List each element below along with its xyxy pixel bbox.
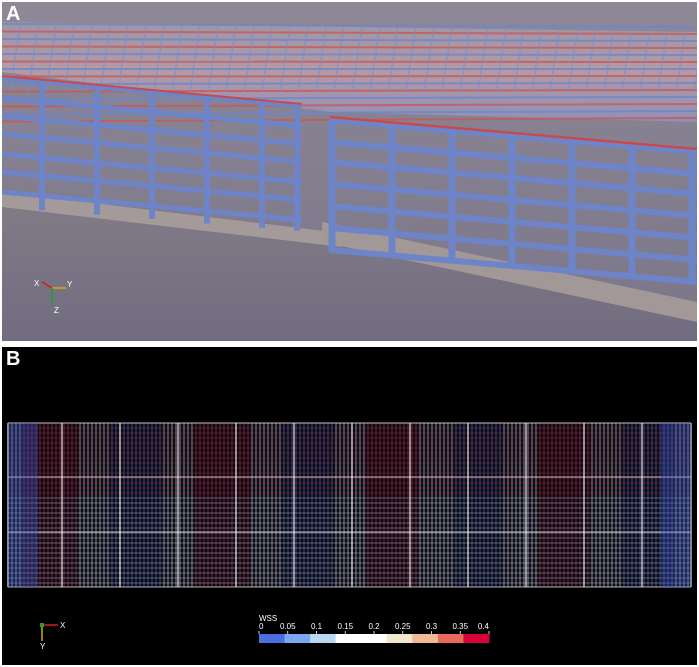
colorbar-segment — [310, 634, 337, 643]
colorbar-segment — [463, 634, 490, 643]
colorbar-tick-label: 0.1 — [311, 622, 323, 631]
top-grid-line — [2, 60, 697, 63]
axis-z-marker — [40, 623, 44, 627]
colorbar-tick-label: 0.2 — [368, 622, 380, 631]
colorbar-tick-label: 0.25 — [395, 622, 411, 631]
colorbar-tick-label: 0.35 — [452, 622, 468, 631]
colorbar-segment — [437, 634, 464, 643]
panel-a-3d-view: X Y Z A — [2, 2, 697, 341]
panel-b-render: X Y WSS 0 0.05 0.1 0.15 0.2 0.25 0.3 0.35 0.4 — [2, 347, 697, 665]
axis-x-label: X — [60, 621, 66, 630]
panel-a-render: X Y Z — [2, 2, 697, 341]
axis-y-label: Y — [40, 642, 46, 651]
colorbar-segment — [284, 634, 311, 643]
mesh-area — [8, 423, 691, 587]
axis-x-label: X — [34, 279, 40, 288]
colorbar-tick-label: 0.3 — [426, 622, 438, 631]
panel-a-letter: A — [6, 3, 21, 25]
colorbar-tick-label: 0.05 — [280, 622, 296, 631]
colorbar-segment — [259, 634, 286, 643]
edge-shade — [8, 423, 38, 587]
colorbar-tick-label: 0.15 — [337, 622, 353, 631]
axis-z-label: Z — [54, 306, 59, 315]
top-grid-line — [2, 82, 697, 85]
scaffold-mesh-top-view — [7, 422, 692, 588]
panel-b-top-view: X Y WSS 0 0.05 0.1 0.15 0.2 0.25 0.3 0.35 0.4 B — [2, 347, 697, 665]
colorbar-tick-label: 0.4 — [478, 622, 490, 631]
axis-y-label: Y — [67, 280, 73, 289]
colorbar-segment — [412, 634, 439, 643]
colorbar-segment — [335, 634, 362, 643]
colorbar-segment — [361, 634, 388, 643]
top-grid-line — [2, 75, 697, 78]
panel-b-letter: B — [6, 348, 21, 370]
colorbar-segment — [386, 634, 413, 643]
edge-shade — [661, 423, 691, 587]
colorbar-bar — [259, 634, 490, 643]
colorbar-tick-label: 0 — [259, 622, 264, 631]
